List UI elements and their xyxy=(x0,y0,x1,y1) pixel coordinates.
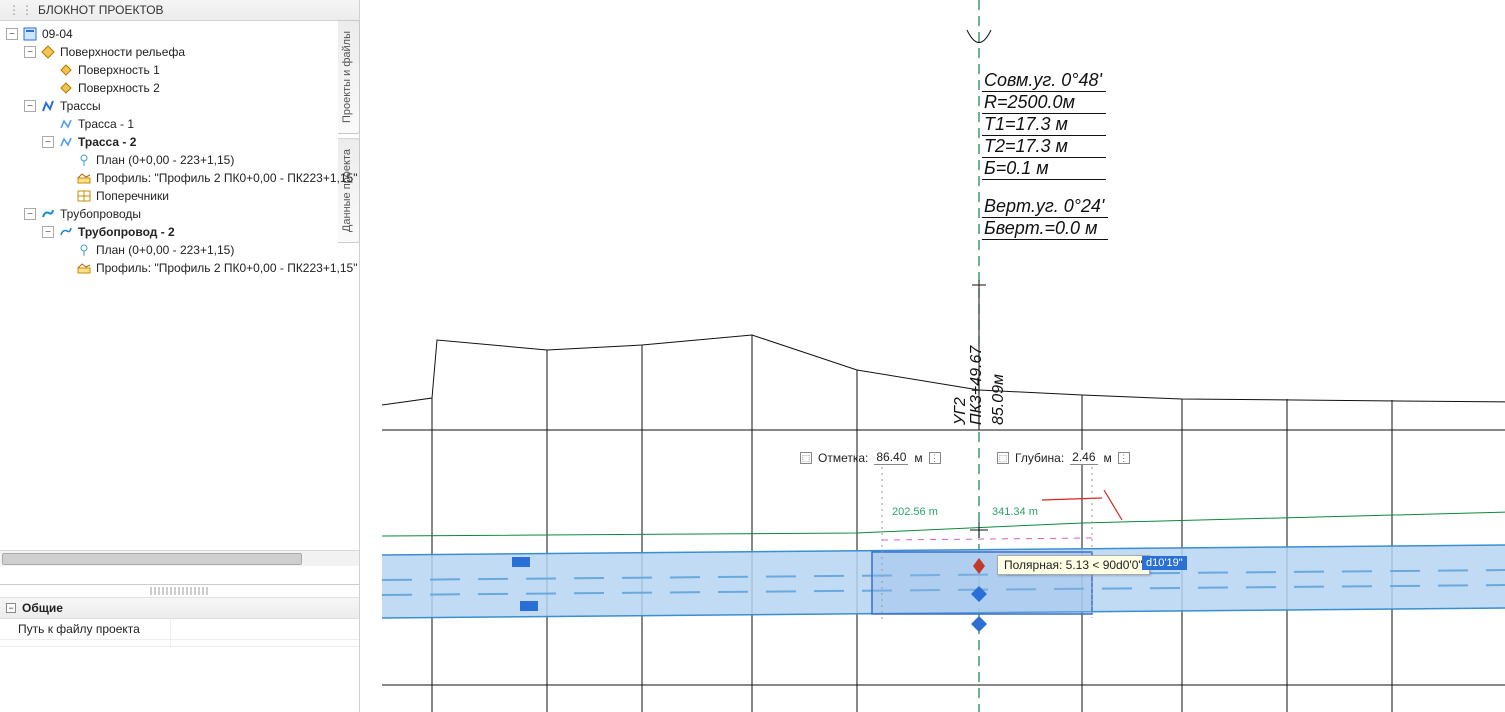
resize-grip[interactable] xyxy=(150,587,210,595)
props-row[interactable]: Путь к файлу проекта xyxy=(0,619,359,640)
tree-label: Трубопроводы xyxy=(60,207,141,221)
scroll-thumb[interactable] xyxy=(2,553,302,565)
project-tree[interactable]: − 09-04 − Поверхности рельефа Поверхност… xyxy=(0,21,359,566)
tree-item-route2-profile[interactable]: Профиль: "Профиль 2 ПК0+0,00 - ПК223+1,1… xyxy=(0,169,359,187)
vlabel-offset: 85.09м xyxy=(990,374,1008,425)
tree-item-route2-plan[interactable]: План (0+0,00 - 223+1,15) xyxy=(0,151,359,169)
curve-combined-angle: Совм.уг. 0°48' xyxy=(982,70,1106,92)
diamond-gold-icon xyxy=(58,80,74,96)
panel-title: БЛОКНОТ ПРОЕКТОВ xyxy=(38,3,164,17)
tracking-tag: d10'19" xyxy=(1142,556,1187,570)
tree-item-pipe2-plan[interactable]: План (0+0,00 - 223+1,15) xyxy=(0,241,359,259)
dyn-depth-unit: м xyxy=(1104,451,1112,465)
vlabel-pk: ПК3+49.67 xyxy=(968,346,986,425)
grip-icon[interactable]: ⋮ xyxy=(1118,452,1130,464)
meas-right: 341.34 m xyxy=(992,506,1038,518)
props-name xyxy=(0,640,170,646)
lock-icon[interactable]: ⬚ xyxy=(997,452,1009,464)
diamond-gold-icon xyxy=(58,62,74,78)
tree-hscroll[interactable] xyxy=(0,550,359,566)
collapse-icon[interactable]: − xyxy=(6,28,18,40)
tree-label: Профиль: "Профиль 2 ПК0+0,00 - ПК223+1,1… xyxy=(96,261,357,275)
tree-item-route2[interactable]: − Трасса - 2 xyxy=(0,133,359,151)
collapse-icon[interactable]: − xyxy=(6,603,16,613)
tree-label: Трубопровод - 2 xyxy=(78,225,175,239)
polar-tooltip: Полярная: 5.13 < 90d0'0" xyxy=(997,555,1150,575)
route-small-icon xyxy=(58,134,74,150)
tree-item-route1[interactable]: Трасса - 1 xyxy=(0,115,359,133)
props-value xyxy=(170,640,359,646)
curve-t1: T1=17.3 м xyxy=(982,114,1106,136)
cross-section-icon xyxy=(76,188,92,204)
props-header-label: Общие xyxy=(22,601,63,615)
curve-b: Б=0.1 м xyxy=(982,158,1106,180)
dyn-elev-label: Отметка: xyxy=(818,451,868,465)
collapse-icon[interactable]: − xyxy=(42,136,54,148)
tree-label: Поперечники xyxy=(96,189,169,203)
vert-angle: Верт.уг. 0°24' xyxy=(982,196,1108,218)
vlabel-ug: УГ2 xyxy=(952,397,970,425)
pipe-icon xyxy=(40,206,56,222)
tree-label: Поверхности рельефа xyxy=(60,45,185,59)
grip-icon: ⋮⋮ xyxy=(8,3,34,17)
dyn-elev-unit: м xyxy=(914,451,922,465)
pipe-small-icon xyxy=(58,224,74,240)
tree-root-label: 09-04 xyxy=(42,27,73,41)
tree-item-pipe2[interactable]: − Трубопровод - 2 xyxy=(0,223,359,241)
dyn-elevation[interactable]: ⬚ Отметка: 86.40 м ⋮ xyxy=(800,450,941,465)
drawing-canvas[interactable]: Совм.уг. 0°48' R=2500.0м T1=17.3 м T2=17… xyxy=(382,0,1505,712)
tree-group-pipes[interactable]: − Трубопроводы xyxy=(0,205,359,223)
props-row-empty xyxy=(0,640,359,647)
props-header[interactable]: − Общие xyxy=(0,597,359,619)
vert-params: Верт.уг. 0°24' Бверт.=0.0 м xyxy=(982,196,1108,240)
curve-t2: T2=17.3 м xyxy=(982,136,1106,158)
collapse-icon[interactable]: − xyxy=(24,208,36,220)
tree-label: Трасса - 2 xyxy=(78,135,136,149)
profile-icon xyxy=(76,260,92,276)
tree-label: Поверхность 2 xyxy=(78,81,160,95)
collapse-icon[interactable]: − xyxy=(24,100,36,112)
collapse-icon[interactable]: − xyxy=(42,226,54,238)
dyn-elev-value[interactable]: 86.40 xyxy=(874,450,908,465)
lock-icon[interactable]: ⬚ xyxy=(800,452,812,464)
diamond-gold-icon xyxy=(40,44,56,60)
pin-icon xyxy=(76,242,92,258)
collapse-icon[interactable]: − xyxy=(24,46,36,58)
vert-b: Бверт.=0.0 м xyxy=(982,218,1108,240)
dyn-depth[interactable]: ⬚ Глубина: 2.46 м ⋮ xyxy=(997,450,1130,465)
tree-group-routes[interactable]: − Трассы xyxy=(0,97,359,115)
pin-icon xyxy=(76,152,92,168)
panel-title-bar: ⋮⋮ БЛОКНОТ ПРОЕКТОВ xyxy=(0,0,359,21)
curve-params: Совм.уг. 0°48' R=2500.0м T1=17.3 м T2=17… xyxy=(982,70,1106,180)
tree-item-surface1[interactable]: Поверхность 1 xyxy=(0,61,359,79)
tree-label: План (0+0,00 - 223+1,15) xyxy=(96,153,234,167)
tree-item-pipe2-profile[interactable]: Профиль: "Профиль 2 ПК0+0,00 - ПК223+1,1… xyxy=(0,259,359,277)
tree-label: План (0+0,00 - 223+1,15) xyxy=(96,243,234,257)
tree-item-route2-cross[interactable]: Поперечники xyxy=(0,187,359,205)
props-name: Путь к файлу проекта xyxy=(0,619,170,639)
tree-label: Профиль: "Профиль 2 ПК0+0,00 - ПК223+1,1… xyxy=(96,171,357,185)
meas-left: 202.56 m xyxy=(892,506,938,518)
dyn-depth-value[interactable]: 2.46 xyxy=(1070,450,1097,465)
tree-label: Трасса - 1 xyxy=(78,117,134,131)
tree-group-surfaces[interactable]: − Поверхности рельефа xyxy=(0,43,359,61)
tree-root[interactable]: − 09-04 xyxy=(0,25,359,43)
left-panel: ⋮⋮ БЛОКНОТ ПРОЕКТОВ Проекты и файлы Данн… xyxy=(0,0,360,712)
tree-label: Поверхность 1 xyxy=(78,63,160,77)
drawing-svg xyxy=(382,0,1505,712)
tree-label: Трассы xyxy=(60,99,101,113)
project-icon xyxy=(22,26,38,42)
props-value[interactable] xyxy=(170,619,359,639)
profile-icon xyxy=(76,170,92,186)
route-icon xyxy=(40,98,56,114)
curve-radius: R=2500.0м xyxy=(982,92,1106,114)
route-small-icon xyxy=(58,116,74,132)
properties-panel: − Общие Путь к файлу проекта xyxy=(0,584,359,712)
tree-item-surface2[interactable]: Поверхность 2 xyxy=(0,79,359,97)
dyn-depth-label: Глубина: xyxy=(1015,451,1064,465)
grip-icon[interactable]: ⋮ xyxy=(929,452,941,464)
